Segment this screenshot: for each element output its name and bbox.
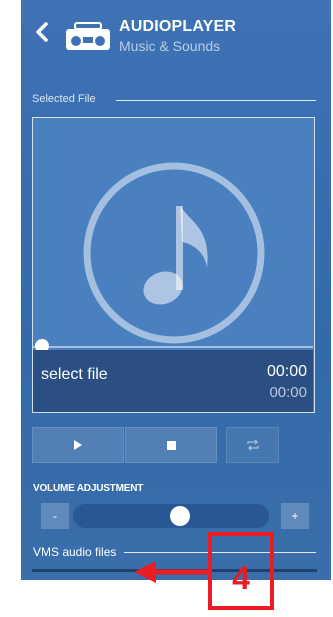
player-area: select file 00:00 00:00 (32, 117, 315, 413)
legend-divider (116, 100, 316, 101)
file-info-bar: select file 00:00 00:00 (33, 350, 313, 412)
volume-slider-handle[interactable] (169, 506, 190, 526)
header: AUDIOPLAYER Music & Sounds (21, 0, 331, 74)
selected-file-legend: Selected File (32, 93, 96, 105)
audioplayer-panel: AUDIOPLAYER Music & Sounds Selected File… (21, 0, 331, 580)
app-subtitle: Music & Sounds (119, 38, 221, 54)
repeat-button[interactable] (226, 427, 279, 463)
app-title: AUDIOPLAYER (119, 18, 237, 35)
repeat-icon (246, 439, 259, 451)
volume-label: VOLUME ADJUSTMENT (33, 483, 144, 494)
vms-audio-files-legend: VMS audio files (33, 545, 117, 559)
music-note-icon (83, 162, 265, 344)
stop-icon (166, 440, 176, 450)
volume-down-button[interactable]: - (41, 503, 69, 529)
boombox-icon (66, 22, 110, 50)
total-time: 00:00 (269, 384, 307, 401)
chevron-left-icon (36, 22, 48, 42)
play-button[interactable] (32, 427, 124, 463)
play-icon (74, 440, 82, 450)
stop-button[interactable] (125, 427, 217, 463)
select-file-label[interactable]: select file (41, 366, 108, 384)
progress-track[interactable] (33, 346, 313, 348)
annotation-number: 4 (232, 560, 250, 596)
volume-up-button[interactable]: + (281, 503, 309, 529)
current-time: 00:00 (266, 363, 307, 380)
red-arrow-icon (134, 561, 208, 583)
back-button[interactable] (31, 18, 53, 46)
